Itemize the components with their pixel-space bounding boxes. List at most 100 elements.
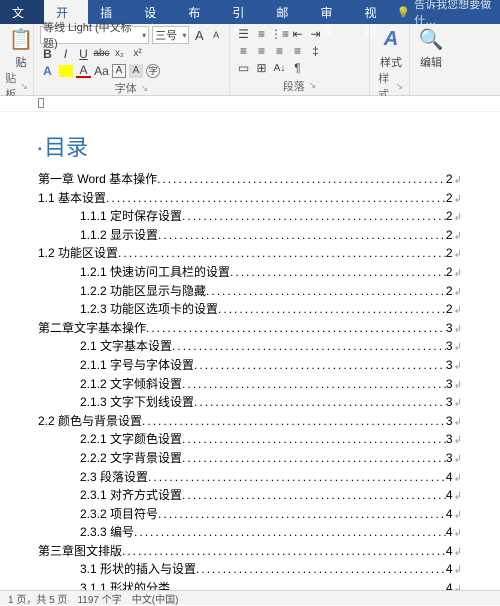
bold-button[interactable]: B [40, 46, 55, 61]
toc-entry[interactable]: 2.1.2 文字倾斜设置............................… [38, 375, 462, 394]
toc-page: 3 [446, 356, 453, 375]
toc-entry[interactable]: 第一章 Word 基本操作...........................… [38, 170, 462, 189]
align-right-button[interactable]: ≡ [272, 43, 287, 58]
group-label-paragraph: 段落 [283, 78, 305, 94]
shrink-font-button[interactable]: A [209, 28, 223, 43]
document-page[interactable]: 目录 第一章 Word 基本操作........................… [0, 112, 500, 598]
toc-leader: ........................................… [142, 412, 446, 431]
toc-entry[interactable]: 第二章文字基本操作...............................… [38, 319, 462, 338]
status-page[interactable]: 1 页，共 5 页 [8, 591, 67, 606]
superscript-button[interactable]: x² [130, 46, 145, 61]
toc-leader: ........................................… [106, 189, 446, 208]
paragraph-mark-icon: ↲ [454, 526, 462, 542]
bullets-button[interactable]: ☰ [236, 26, 251, 41]
align-center-button[interactable]: ≡ [254, 43, 269, 58]
dialog-launcher-paragraph[interactable]: ↘ [309, 80, 317, 91]
paragraph-mark-icon: ↲ [454, 378, 462, 394]
align-left-button[interactable]: ≡ [236, 43, 251, 58]
toc-entry[interactable]: 2.1 文字基本设置..............................… [38, 337, 462, 356]
toc-entry[interactable]: 1.2.1 快速访问工具栏的设置........................… [38, 263, 462, 282]
char-shading-button[interactable]: A [129, 64, 143, 78]
subscript-button[interactable]: x₂ [112, 46, 127, 61]
change-case-button[interactable]: Aa [94, 63, 109, 78]
tab-review[interactable]: 审阅 [308, 0, 352, 24]
toc-leader: ........................................… [206, 282, 446, 301]
strikethrough-button[interactable]: abc [94, 46, 109, 61]
font-name-select[interactable]: 等线 Light (中文标题)▾ [40, 26, 149, 44]
highlight-button[interactable] [58, 63, 73, 78]
increase-indent-button[interactable]: ⇥ [308, 26, 323, 41]
underline-button[interactable]: U [76, 46, 91, 61]
toc-entry[interactable]: 1.1.2 显示设置..............................… [38, 226, 462, 245]
line-spacing-button[interactable]: ‡ [308, 43, 323, 58]
char-border-button[interactable]: A [112, 64, 126, 78]
tell-me[interactable]: 💡告诉我您想要做什… [397, 0, 500, 24]
toc-entry[interactable]: 2.3.1 对齐方式设置............................… [38, 486, 462, 505]
editing-button[interactable]: 🔍 编辑 [416, 26, 446, 70]
toc-leader: ........................................… [182, 486, 446, 505]
toc-text: 1.2.1 快速访问工具栏的设置 [80, 263, 230, 282]
toc-text: 2.1.1 字号与字体设置 [80, 356, 194, 375]
tab-layout[interactable]: 布局 [176, 0, 220, 24]
toc-entry[interactable]: 1.2 功能区设置...............................… [38, 244, 462, 263]
toc-leader: ........................................… [218, 300, 446, 319]
toc-leader: ........................................… [118, 244, 446, 263]
toc-entry[interactable]: 2.2.1 文字颜色设置............................… [38, 430, 462, 449]
paragraph-mark-icon: ↲ [454, 452, 462, 468]
toc-entry[interactable]: 1.1 基本设置................................… [38, 189, 462, 208]
toc-entry[interactable]: 2.1.1 字号与字体设置...........................… [38, 356, 462, 375]
toc-page: 3 [446, 449, 453, 468]
toc-text: 2.2 颜色与背景设置 [38, 412, 142, 431]
paragraph-mark-icon: ↲ [454, 545, 462, 561]
shading-button[interactable]: ▭ [236, 61, 251, 76]
borders-button[interactable]: ⊞ [254, 61, 269, 76]
text-effects-button[interactable]: A [40, 63, 55, 78]
font-size-select[interactable]: 三号▾ [152, 26, 189, 44]
toc-entry[interactable]: 2.2.2 文字背景设置............................… [38, 449, 462, 468]
show-marks-button[interactable]: ¶ [290, 61, 305, 76]
dialog-launcher-styles[interactable]: ↘ [395, 81, 403, 92]
tab-file[interactable]: 文件 [0, 0, 44, 24]
toc-entry[interactable]: 1.1.1 定时保存设置............................… [38, 207, 462, 226]
toc-page: 2 [446, 170, 453, 189]
tab-view[interactable]: 视图 [353, 0, 397, 24]
toc-entry[interactable]: 2.2 颜色与背景设置.............................… [38, 412, 462, 431]
paragraph-mark-icon: ↲ [454, 563, 462, 579]
toc-text: 1.2 功能区设置 [38, 244, 118, 263]
bulb-icon: 💡 [397, 6, 411, 19]
dialog-launcher-font[interactable]: ↘ [141, 83, 149, 94]
toc-page: 4 [446, 468, 453, 487]
font-color-button[interactable]: A [76, 63, 91, 78]
grow-font-button[interactable]: A [192, 28, 206, 43]
enclose-button[interactable]: 字 [146, 64, 160, 78]
toc-entry[interactable]: 2.1.3 文字下划线设置...........................… [38, 393, 462, 412]
toc-entry[interactable]: 2.3.2 项目符号..............................… [38, 505, 462, 524]
ruler-marker[interactable] [38, 98, 44, 108]
tab-references[interactable]: 引用 [220, 0, 264, 24]
sort-button[interactable]: A↓ [272, 61, 287, 76]
dialog-launcher-clipboard[interactable]: ↘ [20, 81, 28, 92]
toc-entry[interactable]: 1.2.3 功能区选项卡的设置.........................… [38, 300, 462, 319]
paste-button[interactable]: 📋 贴 [6, 26, 36, 70]
toc-text: 2.3.1 对齐方式设置 [80, 486, 182, 505]
toc-entry[interactable]: 2.3 段落设置................................… [38, 468, 462, 487]
toc-text: 2.2.1 文字颜色设置 [80, 430, 182, 449]
italic-button[interactable]: I [58, 46, 73, 61]
multilevel-button[interactable]: ⋮≡ [272, 26, 287, 41]
toc-text: 1.2.3 功能区选项卡的设置 [80, 300, 218, 319]
status-lang[interactable]: 中文(中国) [132, 591, 179, 606]
tab-mailings[interactable]: 邮件 [264, 0, 308, 24]
group-font: 等线 Light (中文标题)▾ 三号▾ A A B I U abc x₂ x²… [34, 24, 230, 95]
toc-entry[interactable]: 第三章图文排版.................................… [38, 542, 462, 561]
toc-text: 第三章图文排版 [38, 542, 122, 561]
toc-entry[interactable]: 2.3.3 编号................................… [38, 523, 462, 542]
toc-entry[interactable]: 1.2.2 功能区显示与隐藏..........................… [38, 282, 462, 301]
ruler[interactable] [0, 96, 500, 112]
toc-entry[interactable]: 3.1 形状的插入与设置............................… [38, 560, 462, 579]
status-words[interactable]: 1197 个字 [77, 591, 121, 606]
decrease-indent-button[interactable]: ⇤ [290, 26, 305, 41]
numbering-button[interactable]: ≡ [254, 26, 269, 41]
justify-button[interactable]: ≡ [290, 43, 305, 58]
toc-page: 3 [446, 375, 453, 394]
styles-button[interactable]: A 样式 [376, 26, 406, 70]
